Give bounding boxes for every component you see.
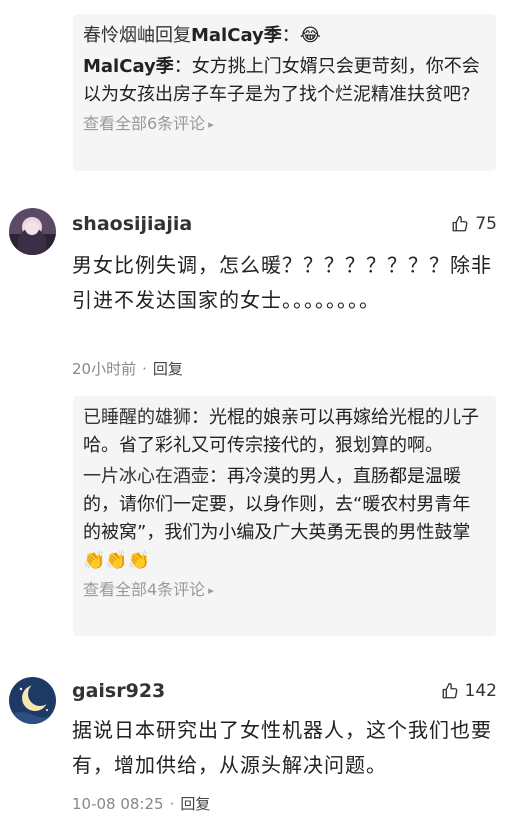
clapping-hands-icon: 👏👏👏 (83, 550, 151, 571)
reply-target[interactable]: MalCay季 (191, 25, 282, 46)
comment-meta: 20小时前 · 回复 (72, 360, 183, 378)
reply-item: 已睡醒的雄狮：光棍的娘亲可以再嫁给光棍的儿子哈。省了彩礼又可传宗接代的，狠划算的… (83, 407, 479, 456)
reply-item: 春怜烟岫回复MalCay季：😂 (83, 22, 486, 50)
reply-author[interactable]: MalCay季 (83, 56, 174, 77)
laughing-emoji-icon: 😂 (299, 25, 321, 46)
see-all-label: 查看全部6条评论 (83, 114, 206, 133)
reply-box: 已睡醒的雄狮：光棍的娘亲可以再嫁给光棍的儿子哈。省了彩礼又可传宗接代的，狠划算的… (73, 396, 496, 636)
see-all-comments-link[interactable]: 查看全部4条评论 ▸ (83, 578, 486, 603)
like-count: 75 (475, 214, 497, 234)
reply-button[interactable]: 回复 (153, 360, 183, 378)
avatar[interactable] (9, 677, 56, 724)
timestamp: 20小时前 (72, 360, 137, 378)
chevron-right-icon: ▸ (208, 118, 214, 131)
username[interactable]: shaosijiajia (72, 213, 192, 235)
timestamp: 10-08 08:25 (72, 795, 164, 813)
like-count: 142 (464, 681, 497, 701)
reply-item: MalCay季：女方挑上门女婿只会更苛刻，你不会以为女孩出房子车子是为了找个烂泥… (83, 56, 480, 105)
username[interactable]: gaisr923 (72, 680, 165, 702)
reply-author[interactable]: 春怜烟岫回复 (83, 25, 191, 46)
reply-author[interactable]: 一片冰心在酒壶 (83, 466, 209, 487)
reply-box-top: 春怜烟岫回复MalCay季：😂 MalCay季：女方挑上门女婿只会更苛刻，你不会… (73, 14, 496, 171)
chevron-right-icon: ▸ (208, 584, 214, 597)
reply-author[interactable]: 已睡醒的雄狮 (83, 407, 191, 428)
see-all-comments-link[interactable]: 查看全部6条评论 ▸ (83, 112, 486, 137)
like-button[interactable]: 142 (441, 681, 497, 701)
see-all-label: 查看全部4条评论 (83, 580, 206, 599)
thumbs-up-icon (452, 215, 468, 232)
thumbs-up-icon (442, 682, 457, 699)
reply-button[interactable]: 回复 (180, 795, 210, 813)
comment-meta: 10-08 08:25 · 回复 (72, 795, 211, 813)
avatar[interactable] (9, 208, 56, 255)
comment-text: 据说日本研究出了女性机器人，这个我们也要有，增加供给，从源头解决问题。 (72, 718, 492, 777)
comment-text: 男女比例失调，怎么暖？？？？？？？？除非引进不发达国家的女士。。。。。。。。 (72, 253, 492, 312)
reply-item: 一片冰心在酒壶：再冷漠的男人，直肠都是温暖的，请你们一定要，以身作则，去“暖农村… (83, 463, 486, 575)
like-button[interactable]: 75 (451, 214, 497, 234)
